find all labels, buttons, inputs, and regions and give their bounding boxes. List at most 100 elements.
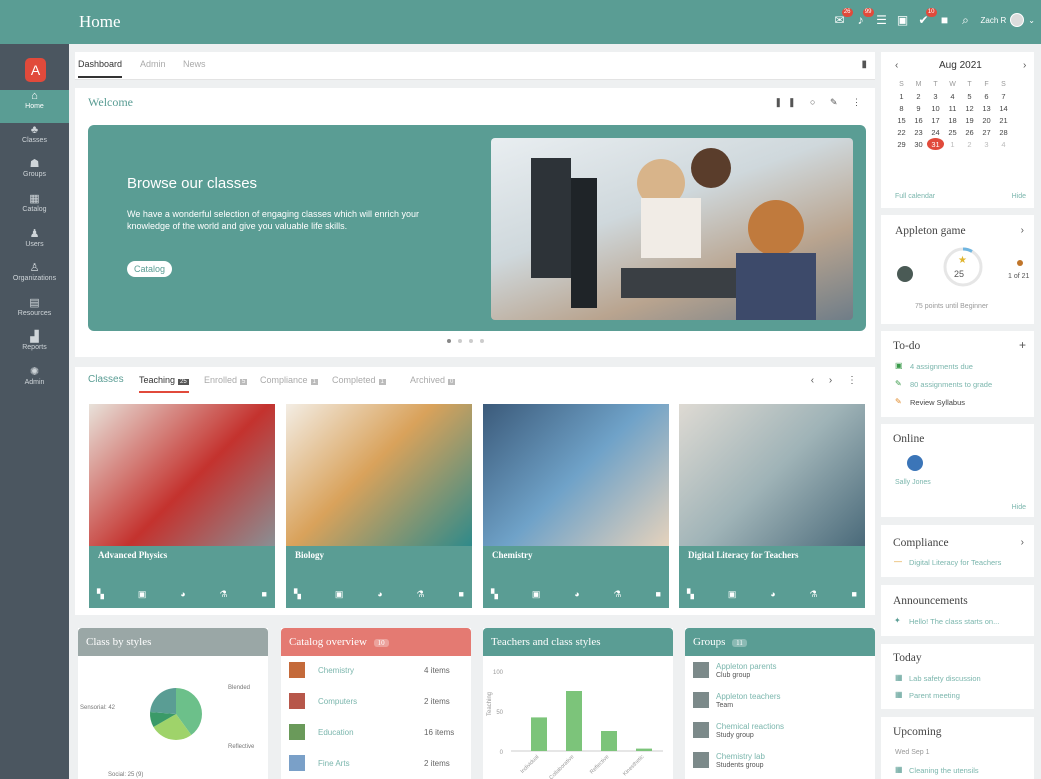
tab-completed[interactable]: Completed 1 — [332, 375, 386, 385]
gradebook-icon[interactable]: ▣ — [532, 589, 541, 600]
gradebook-icon[interactable]: ▣ — [138, 589, 147, 600]
lab-icon[interactable]: ⚗ — [417, 589, 425, 600]
sidebar-item-organizations[interactable]: ♙ Organizations — [0, 262, 69, 295]
calendar-day[interactable]: 13 — [978, 102, 995, 114]
search-icon[interactable]: ⌕ — [960, 14, 972, 26]
calendar-day[interactable]: 22 — [893, 126, 910, 138]
calendar-icon[interactable]: ▣ — [897, 14, 909, 26]
class-card[interactable]: Advanced Physics ▚ ▣ ◕ ⚗ ■ — [89, 404, 275, 608]
calendar-day[interactable]: 27 — [978, 126, 995, 138]
sidebar-item-admin[interactable]: ✺ Admin — [0, 366, 69, 399]
class-card[interactable]: Digital Literacy for Teachers ▚ ▣ ◕ ⚗ ■ — [679, 404, 865, 608]
calendar-day[interactable]: 3 — [978, 138, 995, 150]
calendar-day[interactable]: 24 — [927, 126, 944, 138]
progress-icon[interactable]: ◕ — [770, 589, 775, 600]
calendar-day[interactable]: 1 — [893, 90, 910, 102]
bar[interactable] — [566, 691, 582, 751]
sidebar-item-users[interactable]: ♟ Users — [0, 228, 69, 261]
calendar-day[interactable]: 14 — [995, 102, 1012, 114]
calendar-day[interactable]: 10 — [927, 102, 944, 114]
class-card[interactable]: Biology ▚ ▣ ◕ ⚗ ■ — [286, 404, 472, 608]
class-card[interactable]: Chemistry ▚ ▣ ◕ ⚗ ■ — [483, 404, 669, 608]
gradebook-icon[interactable]: ▣ — [335, 589, 344, 600]
catalog-item-name[interactable]: Education — [318, 728, 354, 737]
catalog-item-name[interactable]: Fine Arts — [318, 759, 350, 768]
todo-item[interactable]: 4 assignments due — [910, 362, 973, 371]
today-item[interactable]: Lab safety discussion — [909, 674, 981, 683]
group-name[interactable]: Appleton parents — [716, 662, 777, 671]
calendar-day[interactable]: 28 — [995, 126, 1012, 138]
bar[interactable] — [601, 731, 617, 751]
calendar-day[interactable]: 7 — [995, 90, 1012, 102]
calendar-day[interactable]: 21 — [995, 114, 1012, 126]
calendar-day[interactable]: 9 — [910, 102, 927, 114]
chevron-right-icon[interactable]: › — [1021, 537, 1024, 548]
calendar-day[interactable]: 26 — [961, 126, 978, 138]
upcoming-item[interactable]: Cleaning the utensils — [909, 766, 979, 775]
compliance-item[interactable]: Digital Literacy for Teachers — [909, 558, 1001, 567]
list-icon[interactable]: ☰ — [876, 14, 888, 26]
roster-icon[interactable]: ▚ — [687, 589, 694, 600]
help-icon[interactable]: ■ — [939, 14, 951, 26]
carousel-dots[interactable] — [447, 339, 484, 343]
sidebar-item-home[interactable]: ⌂ Home — [0, 90, 69, 123]
calendar-day[interactable]: 30 — [910, 138, 927, 150]
announcement-item[interactable]: Hello! The class starts on... — [909, 617, 999, 626]
calendar-day[interactable]: 11 — [944, 102, 961, 114]
online-user-name[interactable]: Sally Jones — [895, 479, 931, 486]
roster-icon[interactable]: ▚ — [97, 589, 104, 600]
lab-icon[interactable]: ⚗ — [220, 589, 228, 600]
files-icon[interactable]: ■ — [852, 589, 857, 600]
app-logo[interactable]: A — [25, 58, 46, 82]
files-icon[interactable]: ■ — [262, 589, 267, 600]
tab-admin[interactable]: Admin — [140, 59, 166, 69]
user-menu[interactable]: Zach R ⌄ — [981, 13, 1035, 27]
calendar-day[interactable]: 1 — [944, 138, 961, 150]
calendar-day[interactable]: 20 — [978, 114, 995, 126]
bar[interactable] — [636, 748, 652, 751]
tab-archived[interactable]: Archived 0 — [410, 375, 456, 385]
calendar-day[interactable]: 6 — [978, 90, 995, 102]
calendar-day[interactable]: 19 — [961, 114, 978, 126]
calendar-day[interactable]: 18 — [944, 114, 961, 126]
gradebook-icon[interactable]: ▣ — [728, 589, 737, 600]
calendar-day[interactable]: 3 — [927, 90, 944, 102]
add-todo-icon[interactable]: + — [1019, 338, 1026, 352]
calendar-day[interactable]: 31 — [927, 138, 944, 150]
tab-teaching[interactable]: Teaching 25 — [139, 375, 189, 393]
catalog-item-name[interactable]: Computers — [318, 697, 357, 706]
notifications-icon[interactable]: ✉ 26 — [834, 8, 853, 26]
next-month-icon[interactable]: › — [1023, 60, 1026, 71]
group-name[interactable]: Appleton teachers — [716, 692, 781, 701]
prev-month-icon[interactable]: ‹ — [895, 60, 898, 71]
roster-icon[interactable]: ▚ — [491, 589, 498, 600]
tab-dashboard[interactable]: Dashboard — [78, 59, 123, 78]
roster-icon[interactable]: ▚ — [294, 589, 301, 600]
layout-icon[interactable]: ▮ — [861, 59, 867, 70]
cart-icon[interactable]: ✔ 10 — [918, 8, 937, 26]
calendar-day[interactable]: 2 — [910, 90, 927, 102]
bar[interactable] — [531, 717, 547, 751]
sidebar-item-groups[interactable]: ☗ Groups — [0, 158, 69, 191]
alerts-icon[interactable]: ♪ 99 — [855, 8, 874, 26]
pie-slice[interactable] — [150, 688, 176, 714]
files-icon[interactable]: ■ — [656, 589, 661, 600]
lab-icon[interactable]: ⚗ — [810, 589, 818, 600]
sidebar-item-classes[interactable]: ♣ Classes — [0, 124, 69, 157]
chevron-right-icon[interactable]: › — [1021, 225, 1024, 236]
calendar-day[interactable]: 17 — [927, 114, 944, 126]
progress-icon[interactable]: ◕ — [180, 589, 185, 600]
calendar-day[interactable]: 5 — [961, 90, 978, 102]
catalog-button[interactable]: Catalog — [127, 261, 173, 277]
calendar-day[interactable]: 23 — [910, 126, 927, 138]
full-calendar-link[interactable]: Full calendar — [895, 193, 935, 200]
panel-controls-icon[interactable]: ❚❚ ○ ✎ ⋮ — [774, 97, 867, 108]
calendar-grid[interactable]: S M T W T F S 1 2 3 4 5 6 7 8 9 10 11 12 13 14 15 16 17 18 19 20 21… — [893, 78, 1012, 150]
calendar-day[interactable]: 2 — [961, 138, 978, 150]
todo-item[interactable]: 80 assignments to grade — [910, 380, 992, 389]
catalog-item-name[interactable]: Chemistry — [318, 666, 354, 675]
calendar-day[interactable]: 8 — [893, 102, 910, 114]
group-name[interactable]: Chemistry lab — [716, 752, 765, 761]
hide-calendar-link[interactable]: Hide — [1012, 193, 1026, 200]
group-name[interactable]: Chemical reactions — [716, 722, 784, 731]
